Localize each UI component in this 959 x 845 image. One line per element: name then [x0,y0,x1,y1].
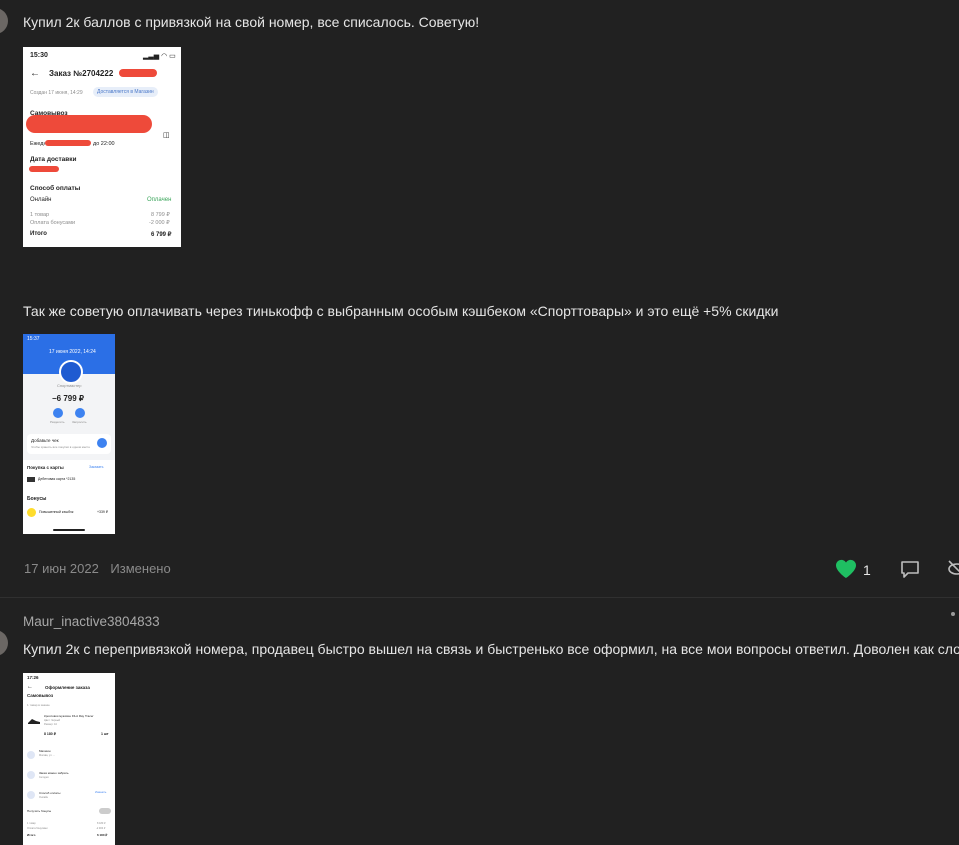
product-price: 8 180 ₽ [44,732,56,736]
receipt-subtitle: Чтобы хранить все покупки в одном месте [31,445,91,449]
total-label: Итого [30,231,47,237]
heart-icon [836,559,856,579]
comment-icon [901,561,919,578]
product-qty: 1 шт [101,732,109,736]
redaction [26,115,152,133]
shop-address: Москва, ул. ... [39,754,56,757]
bonus-section: Бонусы [27,496,47,502]
avatar[interactable] [0,8,8,34]
merchant-name: Спортмастер [57,383,82,388]
post-text: Купил 2к с перепривязкой номера, продаве… [23,641,959,657]
post-text: Так же советую оплачивать через тинькофф… [23,303,779,319]
product-size: Размер: 44 [44,723,57,726]
post-text: Купил 2к баллов с привязкой на свой номе… [23,14,480,30]
status-time: 17:26 [27,675,39,680]
split-label: Разделить [50,420,65,424]
attachment-image[interactable]: 15:30 ▂▃▅ ◠ ▭ ← Заказ №2704222 Создан 17… [23,47,181,247]
toggle-label: Получить бонусы [27,809,52,813]
receipt-icon [97,438,107,448]
request-label: Запросить [72,420,87,424]
sum-items-value: 8 180 ₽ [97,822,106,825]
payment-date: 17 июня 2022, 14:24 [49,349,96,355]
toggle-switch [99,808,111,814]
paid-label: Оплачен [147,197,172,203]
attachment-image[interactable]: 17:26 ← Оформление заказа Самовывоз 1 то… [23,673,115,845]
checkout-title: Оформление заказа [45,685,90,690]
bonus-icon [27,508,36,517]
bonus-name: Повышенный кэшбэк [39,510,74,514]
attachment-image[interactable]: 15:37 17 июня 2022, 14:24 Спортмастер −6… [23,334,115,534]
hide-button[interactable] [946,558,959,580]
post-date: 17 июн 2022 [24,561,99,576]
status-icons: ▂▃▅ ◠ ▭ [143,53,176,60]
map-icon: ◫ [163,132,170,139]
order-created: Создан 17 июня, 14:29 [30,90,83,96]
total-value: 6 180 ₽ [97,833,108,837]
card-icon [27,477,35,482]
pay-value: Онлайн [39,796,48,799]
items-label: 1 товар [30,212,50,218]
order-section: 1 товар в заказе [27,703,50,707]
receipt-title: Добавьте чек [31,438,59,443]
split-icon [53,408,63,418]
sum-bonus-label: Оплата бонусами [27,827,48,830]
edited-label: Изменено [110,561,171,576]
delivery-date-label: Дата доставки [30,156,77,163]
order-status-badge: Доставляется в Магазин [93,87,158,97]
payment-method-label: Способ оплаты [30,185,81,192]
pickup-when: Сегодня [39,776,49,779]
like-button[interactable] [835,559,857,579]
bonus-label: Оплата бонусами [30,220,76,226]
back-arrow-icon: ← [30,68,40,79]
product-image [27,713,41,724]
order-title: Заказ №2704222 [49,69,114,78]
bonus-value: +339 ₽ [97,510,109,514]
hide-icon [948,560,959,575]
pay-change-link: Изменить [95,791,107,794]
kebab-icon[interactable] [951,612,955,616]
redaction [119,69,157,77]
redaction [29,166,59,172]
pay-label: Способ оплаты [39,791,61,795]
avatar[interactable] [0,630,8,656]
sum-bonus-value: -2 000 ₽ [96,827,106,830]
bonus-value: -2 000 ₽ [149,220,170,226]
comment-button[interactable] [900,559,920,579]
divider [0,597,959,598]
status-time: 15:37 [27,336,40,342]
username[interactable]: Maur_inactive3804833 [23,614,160,629]
like-count: 1 [863,562,871,578]
card-action: Заказать [89,465,104,469]
product-color: Цвет: Черный [44,719,61,722]
shop-label: Магазин [39,749,51,753]
checkout-subtitle: Самовывоз [27,693,54,698]
post-meta: 17 июн 2022 Изменено [24,561,179,576]
redaction [45,140,91,146]
sum-items-label: 1 товар [27,822,36,825]
online-label: Онлайн [30,197,52,203]
items-value: 8 799 ₽ [151,212,170,218]
card-section: Покупка с карты [27,465,64,470]
status-time: 15:30 [30,52,48,59]
total-value: 6 799 ₽ [151,232,172,238]
daily-time: до 22:00 [93,141,115,147]
calendar-icon [27,771,35,779]
pickup-label: Заказ можно забрать [39,771,69,775]
payment-amount: −6 799 ₽ [52,394,85,403]
request-icon [75,408,85,418]
back-arrow-icon: ← [27,684,33,690]
total-label: Итого [27,833,36,837]
card-name: Дебетовая карта *2135 [38,477,76,481]
shop-icon [27,751,35,759]
product-name: Кроссовки мужские FILA Ray Tracer [44,714,94,718]
payment-icon [27,791,35,799]
merchant-logo [59,360,83,384]
